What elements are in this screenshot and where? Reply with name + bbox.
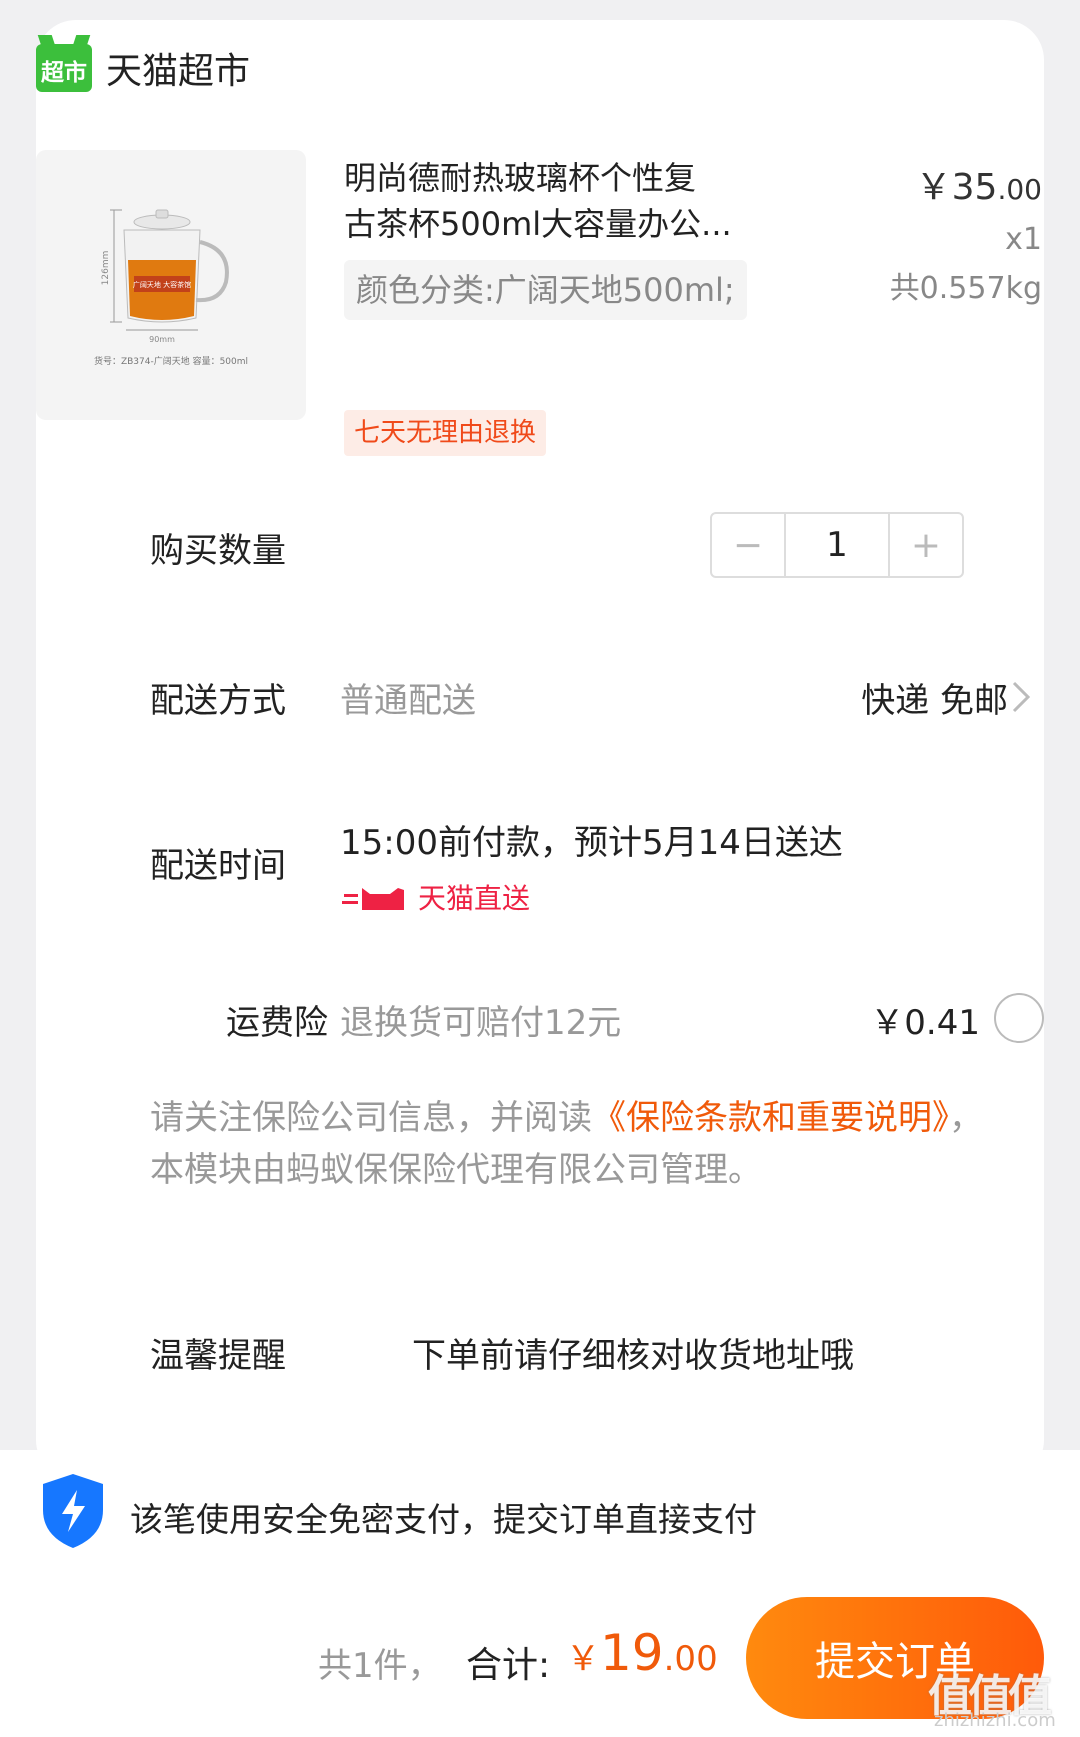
delivery-method-value[interactable]: 普通配送 [340, 673, 476, 722]
quantity-stepper: − 1 + [710, 512, 964, 578]
item-quantity: x1 [1005, 222, 1042, 257]
total-symbol: ￥ [566, 1639, 600, 1679]
insurance-desc: 退换货可赔付12元 [340, 1003, 622, 1043]
insurance-label: 运费险 [226, 1003, 328, 1043]
decrease-button[interactable]: − [712, 514, 784, 576]
notice-text-1: 请关注保险公司信息，并阅读 [150, 1098, 592, 1138]
insurance-price: ￥0.41 [870, 1003, 980, 1043]
price-block: ￥35.00 x1 共0.557kg [890, 158, 1042, 307]
price-symbol: ￥ [915, 167, 952, 208]
image-height-label: 126mm [101, 251, 111, 286]
delivery-label: 配送方式 [150, 681, 286, 721]
unit-price: ￥35.00 [890, 158, 1042, 210]
shield-lightning-icon [43, 1474, 103, 1548]
total-amount-decimal: .00 [663, 1639, 718, 1679]
product-title-line1: 明尚德耐热玻璃杯个性复 [344, 159, 697, 197]
total-amount-main: 19 [600, 1624, 664, 1682]
reminder-label: 温馨提醒 [150, 1336, 286, 1376]
insurance-terms-link[interactable]: 《保险条款和重要说明》 [592, 1098, 949, 1138]
product-title-line2: 古茶杯500ml大容量办公... [344, 205, 732, 243]
sku-tag[interactable]: 颜色分类:广阔天地500ml; [344, 260, 747, 320]
quantity-label: 购买数量 [150, 531, 286, 571]
delivery-option[interactable]: 快递 免邮 [861, 673, 1008, 722]
tmall-direct-text: 天猫直送 [418, 882, 531, 915]
image-width-label: 90mm [149, 335, 175, 344]
increase-button[interactable]: + [890, 514, 962, 576]
tmall-direct-badge: 天猫直送 [342, 877, 530, 917]
payment-notice: 该笔使用安全免密支付，提交订单直接支付 [130, 1500, 757, 1539]
reminder-text: 下单前请仔细核对收货地址哦 [412, 1336, 854, 1376]
insurance-radio[interactable] [994, 993, 1044, 1043]
cup-label: 广阔天地 大容茶馆 [133, 280, 191, 289]
store-logo-text: 超市 [41, 60, 87, 86]
delivery-time-value: 15:00前付款，预计5月14日送达 [340, 823, 843, 863]
price-decimal: .00 [997, 173, 1042, 206]
tmall-cat-icon [342, 888, 404, 910]
return-policy-badge: 七天无理由退换 [344, 410, 547, 456]
image-caption: 货号：ZB374-广阔天地 容量：500ml [94, 355, 248, 367]
price-main: 35 [951, 167, 998, 208]
product-image[interactable]: 126mm 广阔天地 大容茶馆 90mm 货号：ZB374-广阔天地 容量：50… [36, 150, 306, 420]
total-label: 合计: [466, 1645, 551, 1686]
product-title[interactable]: 明尚德耐热玻璃杯个性复 古茶杯500ml大容量办公... [344, 155, 744, 247]
quantity-value[interactable]: 1 [784, 514, 890, 576]
watermark-url: zhizhizhi.com [934, 1710, 1056, 1731]
chevron-right-icon[interactable] [1000, 677, 1040, 717]
delivery-time-label: 配送时间 [150, 846, 286, 886]
item-weight: 共0.557kg [889, 271, 1042, 306]
store-header: 超市 天猫超市 [36, 42, 250, 94]
total-amount: ￥19.00 [566, 1624, 718, 1682]
total-item-count: 共1件， [318, 1646, 442, 1686]
insurance-notice: 请关注保险公司信息，并阅读《保险条款和重要说明》，本模块由蚂蚁保保险代理有限公司… [150, 1092, 1010, 1196]
store-name[interactable]: 天猫超市 [106, 42, 250, 94]
tmall-supermarket-logo: 超市 [36, 44, 92, 92]
